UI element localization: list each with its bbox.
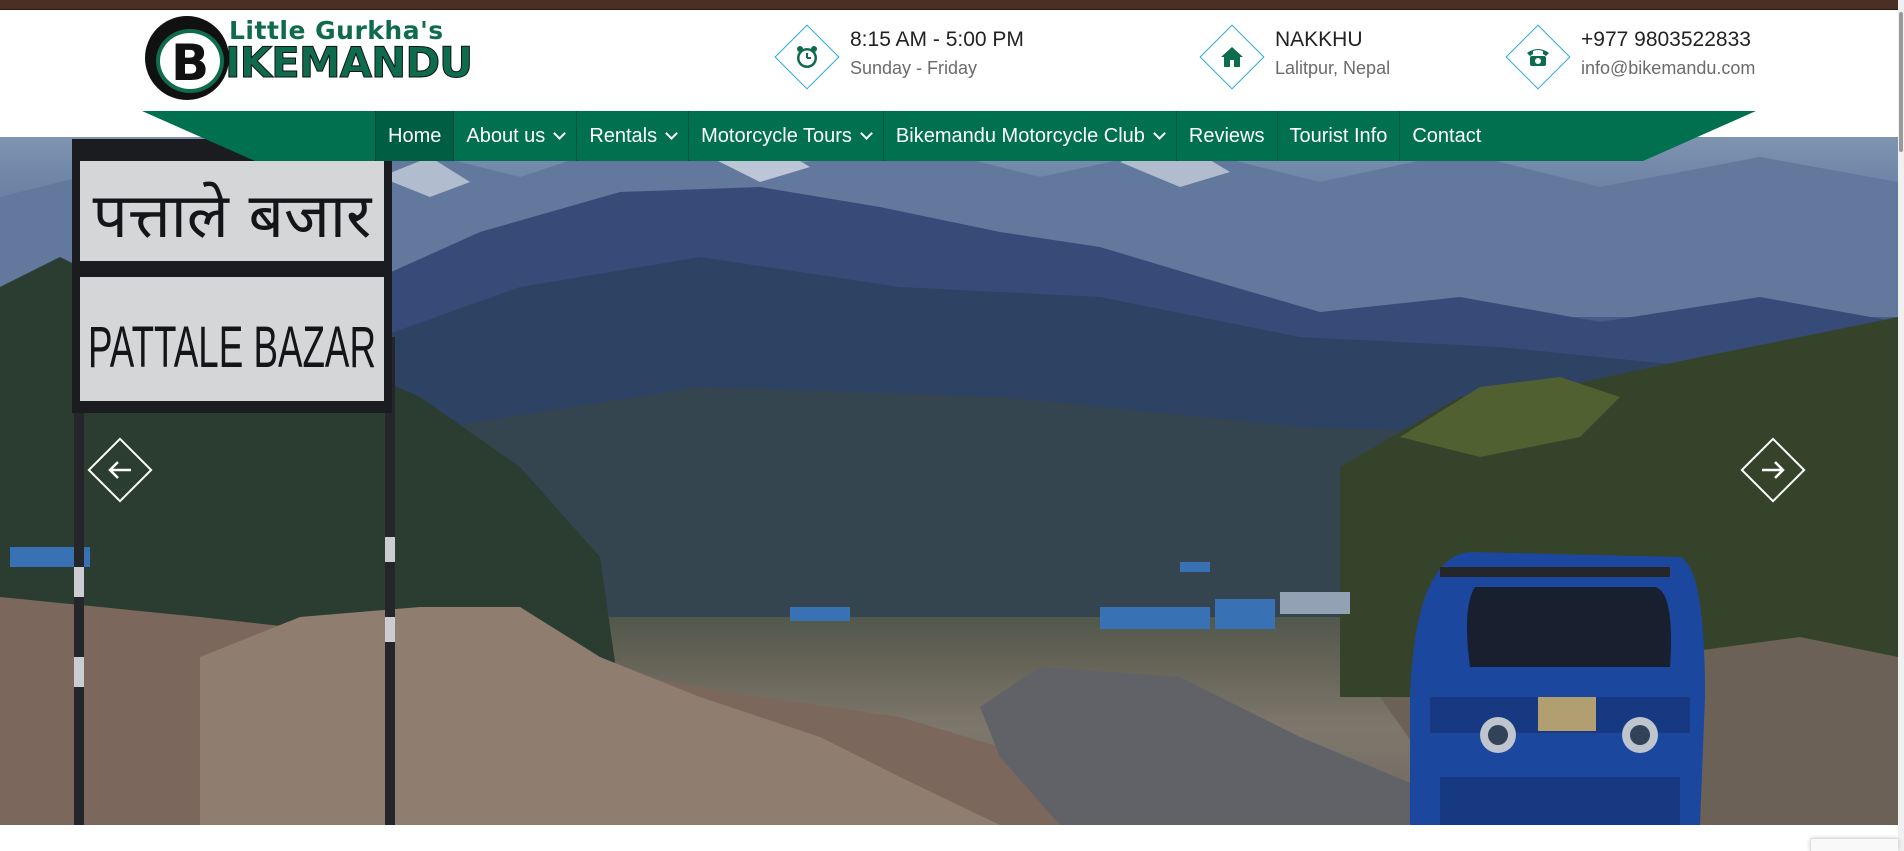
arrow-left-icon [85, 435, 155, 505]
nav-item-reviews[interactable]: Reviews [1177, 111, 1278, 161]
nav-item-motorcycle-club[interactable]: Bikemandu Motorcycle Club [884, 111, 1177, 161]
hours-title: 8:15 AM - 5:00 PM [850, 28, 1024, 51]
hours-icon-badge [772, 22, 842, 92]
logo-badge-ring: B [156, 29, 224, 93]
nav-item-label: About us [466, 124, 546, 147]
nav-item-motorcycle-tours[interactable]: Motorcycle Tours [689, 111, 884, 161]
logo-wordmark: IKEMANDU [224, 38, 473, 88]
address-icon-badge [1197, 22, 1267, 92]
recaptcha-badge [1810, 838, 1898, 851]
nav-item-label: Rentals [589, 124, 658, 147]
phone-icon [1503, 22, 1573, 92]
home-icon [1197, 22, 1267, 92]
nav-item-label: Contact [1412, 124, 1482, 147]
top-strip [0, 0, 1904, 10]
chevron-down-icon [665, 126, 678, 140]
main-nav: Home About us Rentals Motorcycle Tours B… [375, 111, 1493, 161]
logo-badge-letter: B [170, 34, 210, 92]
phone-title[interactable]: +977 9803522833 [1581, 28, 1751, 52]
logo-badge: B [145, 16, 229, 100]
hero-slider: पत्ताले बजार PATTALE BAZAR [0, 137, 1898, 825]
slider-prev-button[interactable] [85, 435, 155, 505]
site-logo[interactable]: B Little Gurkha's IKEMANDU [145, 14, 474, 100]
address-subtitle: Lalitpur, Nepal [1275, 58, 1391, 78]
hours-subtitle: Sunday - Friday [850, 58, 978, 78]
nav-item-label: Tourist Info [1289, 124, 1388, 147]
chevron-down-icon [860, 126, 873, 140]
clock-icon [772, 22, 842, 92]
hero-image: पत्ताले बजार PATTALE BAZAR [0, 137, 1898, 825]
chevron-down-icon [1153, 126, 1166, 140]
nav-item-label: Motorcycle Tours [701, 124, 852, 147]
nav-item-about-us[interactable]: About us [454, 111, 578, 161]
phone-icon-badge [1503, 22, 1573, 92]
nav-item-label: Reviews [1188, 124, 1265, 147]
address-title: NAKKHU [1275, 28, 1363, 51]
nav-item-label: Home [388, 124, 442, 147]
slider-next-button[interactable] [1738, 435, 1808, 505]
chevron-down-icon [553, 126, 567, 140]
nav-item-label: Bikemandu Motorcycle Club [895, 124, 1145, 147]
nav-item-rentals[interactable]: Rentals [577, 111, 690, 161]
scrollbar-thumb[interactable] [1899, 12, 1903, 152]
nav-item-contact[interactable]: Contact [1400, 111, 1493, 161]
email-link[interactable]: info@bikemandu.com [1581, 58, 1755, 79]
nav-item-tourist-info[interactable]: Tourist Info [1278, 111, 1401, 161]
arrow-right-icon [1738, 435, 1808, 505]
nav-item-home[interactable]: Home [375, 111, 455, 161]
